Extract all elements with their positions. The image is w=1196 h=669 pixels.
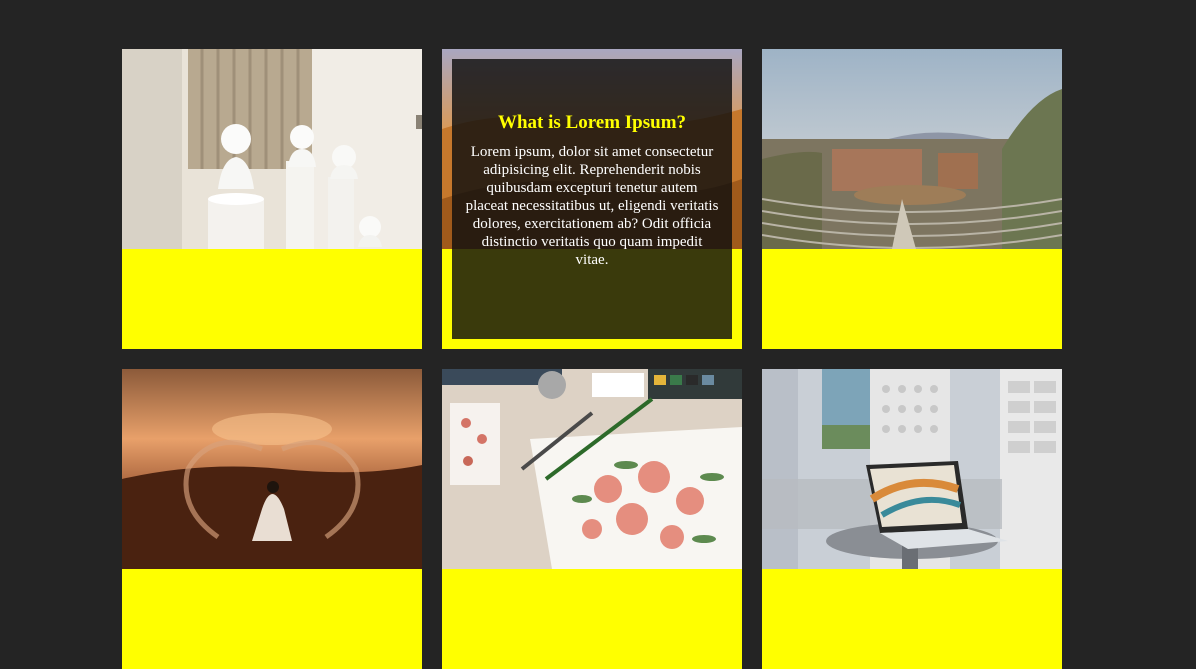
yellow-caption-band [442, 569, 742, 669]
gallery-card-laptop[interactable] [762, 369, 1062, 669]
yellow-caption-band [762, 249, 1062, 349]
laptop-balcony-photo [762, 369, 1062, 569]
gallery-card-theatre[interactable] [762, 49, 1062, 349]
statue-busts-photo [122, 49, 422, 249]
overlay-title: What is Lorem Ipsum? [497, 112, 687, 133]
card-hover-overlay: What is Lorem Ipsum? Lorem ipsum, dolor … [452, 59, 732, 339]
yellow-caption-band [762, 569, 1062, 669]
watercolor-flowers-photo [442, 369, 742, 569]
gallery-card-statues[interactable] [122, 49, 422, 349]
gallery-card-desert-caravan[interactable]: What is Lorem Ipsum? Lorem ipsum, dolor … [442, 49, 742, 349]
gallery-card-watercolor[interactable] [442, 369, 742, 669]
ancient-theatre-photo [762, 49, 1062, 249]
gallery-card-sand-throw[interactable] [122, 369, 422, 669]
overlay-description: Lorem ipsum, dolor sit amet consectetur … [465, 144, 719, 268]
desert-sand-throw-photo [122, 369, 422, 569]
image-gallery: What is Lorem Ipsum? Lorem ipsum, dolor … [122, 49, 1062, 669]
yellow-caption-band [122, 569, 422, 669]
yellow-caption-band [122, 249, 422, 349]
